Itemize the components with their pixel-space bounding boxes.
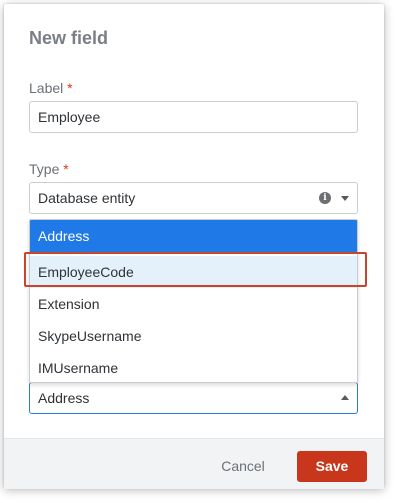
highlight-annotation-box xyxy=(24,252,367,287)
label-field-label-text: Label xyxy=(29,80,64,96)
dialog-title: New field xyxy=(29,28,109,48)
save-button[interactable]: Save xyxy=(297,451,367,482)
required-mark: * xyxy=(67,80,73,96)
field-select[interactable]: Address xyxy=(29,382,358,414)
info-icon[interactable]: i xyxy=(319,192,331,204)
chevron-down-icon[interactable] xyxy=(341,196,349,201)
dropdown-option-skypeusername[interactable]: SkypeUsername xyxy=(30,320,357,352)
label-field-label: Label * xyxy=(29,80,73,96)
type-field-label: Type * xyxy=(29,161,69,177)
dropdown-option-address[interactable]: Address xyxy=(30,220,357,252)
type-select[interactable]: Database entity i xyxy=(29,182,358,214)
dropdown-option-imusername[interactable]: IMUsername xyxy=(30,352,357,382)
field-dropdown-list: Address EmployeeCode Extension SkypeUser… xyxy=(29,219,358,383)
cancel-button[interactable]: Cancel xyxy=(210,451,276,481)
type-select-value: Database entity xyxy=(38,190,136,206)
dialog-footer: Cancel Save xyxy=(4,438,384,489)
dropdown-option-extension[interactable]: Extension xyxy=(30,288,357,320)
field-select-value: Address xyxy=(38,390,90,406)
type-field-label-text: Type xyxy=(29,161,60,177)
canvas: New field Label * Employee Type * Databa… xyxy=(0,0,400,503)
chevron-up-icon[interactable] xyxy=(341,395,349,400)
label-input[interactable]: Employee xyxy=(29,101,358,133)
new-field-dialog: New field Label * Employee Type * Databa… xyxy=(4,4,384,489)
required-mark: * xyxy=(63,161,69,177)
